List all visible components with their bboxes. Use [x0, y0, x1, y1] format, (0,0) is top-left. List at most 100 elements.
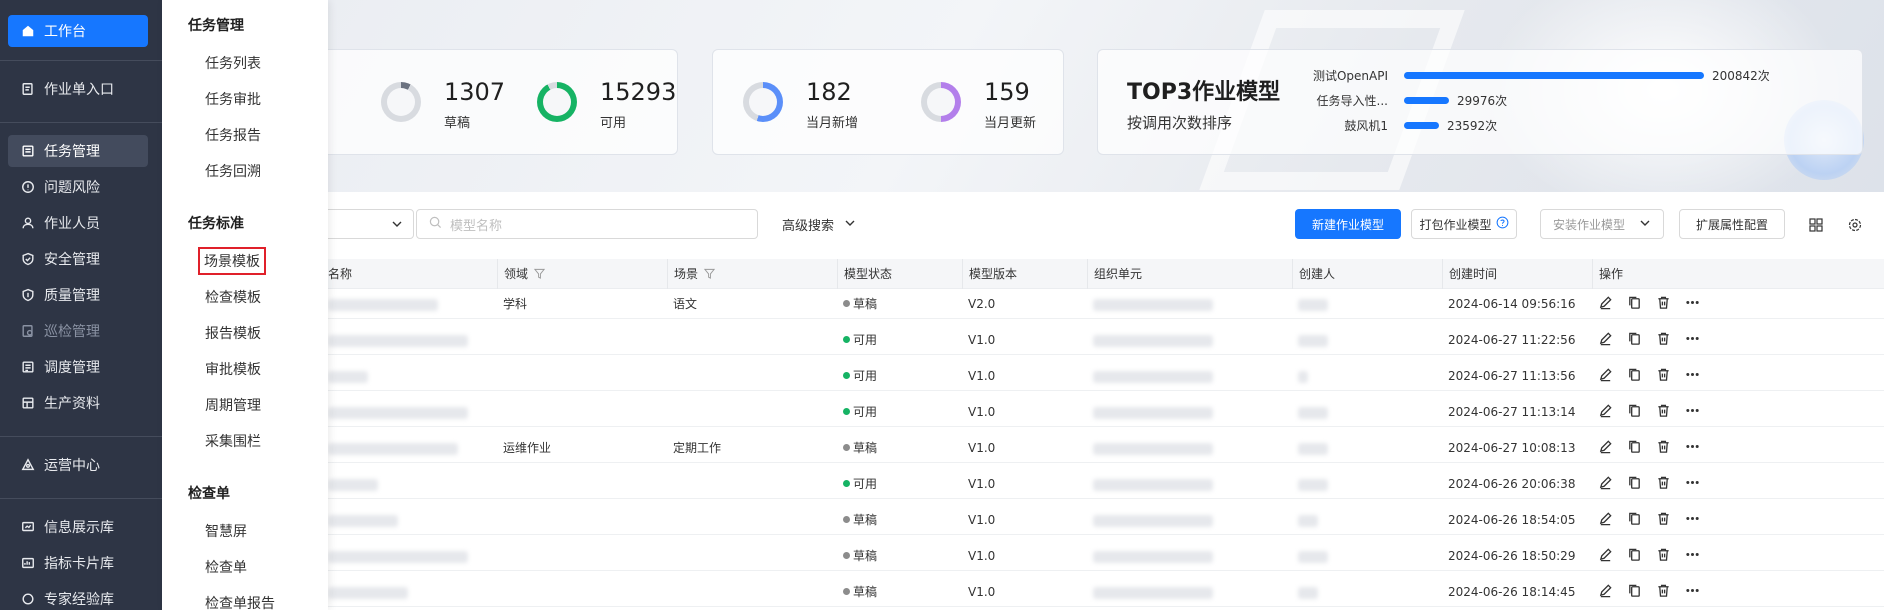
copy-icon[interactable]: [1627, 439, 1642, 458]
edit-icon[interactable]: [1598, 295, 1613, 314]
sidebar-item-job-entry[interactable]: 作业单入口: [8, 73, 148, 105]
edit-icon[interactable]: [1598, 583, 1613, 602]
sidebar-item-inspection[interactable]: 巡检管理: [8, 315, 148, 347]
more-icon[interactable]: [1685, 295, 1700, 314]
table-row[interactable]: 草稿 V1.0 2024-06-26 18:50:29: [322, 541, 1884, 571]
sidebar-item-label: 运营中心: [44, 458, 100, 474]
submenu-item-cycle-management[interactable]: 周期管理: [205, 395, 261, 415]
top3-bar-value: 23592次: [1447, 119, 1498, 133]
delete-icon[interactable]: [1656, 475, 1671, 494]
delete-icon[interactable]: [1656, 367, 1671, 386]
more-icon[interactable]: [1685, 403, 1700, 422]
table-row[interactable]: 可用 V1.0 2024-06-27 11:13:56: [322, 361, 1884, 391]
copy-icon[interactable]: [1627, 367, 1642, 386]
extend-attribute-button[interactable]: 扩展属性配置: [1679, 209, 1785, 239]
sidebar-item-operation-center[interactable]: 运营中心: [8, 449, 148, 481]
more-icon[interactable]: [1685, 583, 1700, 602]
submenu-item-approval-template[interactable]: 审批模板: [205, 359, 261, 379]
more-icon[interactable]: [1685, 511, 1700, 530]
delete-icon[interactable]: [1656, 403, 1671, 422]
delete-icon[interactable]: [1656, 295, 1671, 314]
grid-view-icon[interactable]: [1808, 217, 1824, 233]
delete-icon[interactable]: [1656, 439, 1671, 458]
submenu-item-task-trace[interactable]: 任务回溯: [205, 161, 261, 181]
copy-icon[interactable]: [1627, 331, 1642, 350]
copy-icon[interactable]: [1627, 583, 1642, 602]
copy-icon[interactable]: [1627, 295, 1642, 314]
more-icon[interactable]: [1685, 475, 1700, 494]
sidebar-item-risk[interactable]: 问题风险: [8, 171, 148, 203]
install-model-select[interactable]: 安装作业模型: [1540, 209, 1664, 239]
sidebar-item-dispatch[interactable]: 调度管理: [8, 351, 148, 383]
sidebar-item-expert-library[interactable]: 专家经验库: [8, 583, 148, 610]
submenu-item-checklist-report[interactable]: 检查单报告: [205, 593, 275, 610]
top3-bar-label: 测试OpenAPI: [1312, 69, 1388, 83]
cell-scene: [667, 361, 837, 391]
edit-icon[interactable]: [1598, 367, 1613, 386]
cell-name[interactable]: [322, 325, 497, 355]
sidebar-item-workbench[interactable]: 工作台: [8, 15, 148, 47]
help-icon[interactable]: [1496, 216, 1509, 232]
edit-icon[interactable]: [1598, 439, 1613, 458]
submenu-item-check-template[interactable]: 检查模板: [205, 287, 261, 307]
table-row[interactable]: 运维作业 定期工作 草稿 V1.0 2024-06-27 10:08:13: [322, 433, 1884, 463]
sidebar-item-workers[interactable]: 作业人员: [8, 207, 148, 239]
sidebar-item-quality[interactable]: 质量管理: [8, 279, 148, 311]
delete-icon[interactable]: [1656, 547, 1671, 566]
cell-created-time: 2024-06-26 18:54:05: [1448, 513, 1576, 527]
category-select[interactable]: [322, 209, 414, 239]
submenu-item-scene-template[interactable]: 场景模板: [198, 247, 266, 275]
submenu-item-task-list[interactable]: 任务列表: [205, 53, 261, 73]
submenu-item-report-template[interactable]: 报告模板: [205, 323, 261, 343]
edit-icon[interactable]: [1598, 547, 1613, 566]
table-row[interactable]: 学科 语文 草稿 V2.0 2024-06-14 09:56:16: [322, 289, 1884, 319]
filter-icon[interactable]: [703, 260, 716, 290]
cell-name[interactable]: [322, 289, 497, 319]
sidebar-item-safety[interactable]: 安全管理: [8, 243, 148, 275]
cell-name[interactable]: [322, 577, 497, 607]
settings-icon[interactable]: [1847, 217, 1863, 233]
copy-icon[interactable]: [1627, 547, 1642, 566]
pack-model-button[interactable]: 打包作业模型: [1411, 209, 1517, 239]
status-dot: [843, 516, 850, 523]
more-icon[interactable]: [1685, 367, 1700, 386]
delete-icon[interactable]: [1656, 331, 1671, 350]
draft-count: 1307: [444, 78, 506, 106]
search-input[interactable]: 模型名称: [416, 209, 758, 239]
more-icon[interactable]: [1685, 547, 1700, 566]
copy-icon[interactable]: [1627, 511, 1642, 530]
sidebar-item-task-management[interactable]: 任务管理: [8, 135, 148, 167]
edit-icon[interactable]: [1598, 511, 1613, 530]
sidebar-item-info-display[interactable]: 信息展示库: [8, 511, 148, 543]
more-icon[interactable]: [1685, 439, 1700, 458]
submenu-item-task-report[interactable]: 任务报告: [205, 125, 261, 145]
copy-icon[interactable]: [1627, 403, 1642, 422]
cell-name[interactable]: [322, 433, 497, 463]
more-icon[interactable]: [1685, 331, 1700, 350]
delete-icon[interactable]: [1656, 511, 1671, 530]
advanced-search-button[interactable]: 高级搜索: [782, 215, 856, 234]
edit-icon[interactable]: [1598, 403, 1613, 422]
submenu-item-checklist[interactable]: 检查单: [205, 557, 247, 577]
table-row[interactable]: 草稿 V1.0 2024-06-26 18:54:05: [322, 505, 1884, 535]
cell-name[interactable]: [322, 361, 497, 391]
submenu-item-smart-screen[interactable]: 智慧屏: [205, 521, 247, 541]
copy-icon[interactable]: [1627, 475, 1642, 494]
table-row[interactable]: 可用 V1.0 2024-06-26 20:06:38: [322, 469, 1884, 499]
table-row[interactable]: 草稿 V1.0 2024-06-26 18:14:45: [322, 577, 1884, 607]
filter-icon[interactable]: [533, 260, 546, 290]
cell-name[interactable]: [322, 541, 497, 571]
sidebar-item-materials[interactable]: 生产资料: [8, 387, 148, 419]
edit-icon[interactable]: [1598, 475, 1613, 494]
cell-name[interactable]: [322, 397, 497, 427]
sidebar-item-card-library[interactable]: 指标卡片库: [8, 547, 148, 579]
submenu-item-geofence[interactable]: 采集围栏: [205, 431, 261, 451]
cell-name[interactable]: [322, 469, 497, 499]
submenu-item-task-approval[interactable]: 任务审批: [205, 89, 261, 109]
table-row[interactable]: 可用 V1.0 2024-06-27 11:22:56: [322, 325, 1884, 355]
delete-icon[interactable]: [1656, 583, 1671, 602]
cell-name[interactable]: [322, 505, 497, 535]
table-row[interactable]: 可用 V1.0 2024-06-27 11:13:14: [322, 397, 1884, 427]
new-model-button[interactable]: 新建作业模型: [1295, 209, 1401, 239]
edit-icon[interactable]: [1598, 331, 1613, 350]
